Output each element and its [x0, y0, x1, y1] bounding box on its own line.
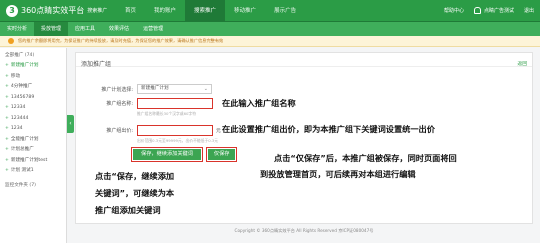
top-nav-bar: 3 360点睛实效平台 搜索推广 首页 我的账户 搜索推广 移动推广 展示广告 … — [0, 0, 540, 22]
plan-select-row: 推广计划选择: 新建推广计划 ⌄ — [76, 84, 212, 94]
sidebar-item[interactable]: +4分钟推广 — [0, 82, 66, 93]
bid-row: 推广组出价: 元 — [76, 125, 221, 136]
logo-subtitle: 搜索推广 — [87, 8, 108, 14]
logo-text: 360点睛实效平台 — [21, 6, 85, 15]
save-and-add-keywords-button[interactable]: 保存，继续添加关键词 — [133, 149, 201, 160]
app-window: 3 360点睛实效平台 搜索推广 首页 我的账户 搜索推广 移动推广 展示广告 … — [0, 0, 540, 243]
bid-hint: 出价范围0.3元至99999元，出价不能低于0.3元 — [137, 138, 219, 143]
sidebar-item[interactable]: +13456789 — [0, 93, 66, 104]
back-link[interactable]: 返回 — [517, 60, 527, 67]
top-nav-item-mobile[interactable]: 移动推广 — [225, 0, 265, 22]
annotation-bid: 在此设置推广组出价，即为本推广组下关键词设置统一出价 — [222, 124, 435, 134]
top-nav: 首页 我的账户 搜索推广 移动推广 展示广告 — [116, 0, 305, 22]
top-nav-item-display[interactable]: 展示广告 — [265, 0, 305, 22]
plus-icon: + — [5, 147, 9, 152]
plan-select-label: 推广计划选择: — [101, 86, 133, 93]
sidebar-item[interactable]: + 计划总推广 — [0, 145, 66, 156]
collapse-sidebar-icon[interactable]: ‹ — [67, 115, 74, 133]
sidebar-item[interactable]: +12334 — [0, 103, 66, 114]
logo-mark-icon: 3 — [6, 4, 18, 17]
user-name-link[interactable]: 点睛广告测试 — [484, 7, 514, 14]
bid-unit: 元 — [216, 129, 221, 134]
top-nav-item-account[interactable]: 我的账户 — [145, 0, 185, 22]
sidebar-item[interactable]: +123444 — [0, 114, 66, 125]
bid-label: 推广组出价: — [106, 128, 133, 134]
plus-icon: + — [5, 73, 9, 79]
sidebar-item[interactable]: +1234 — [0, 124, 66, 135]
plus-icon: + — [5, 115, 9, 121]
plus-icon: + — [5, 157, 9, 163]
annotation-save-only-2: 到投放管理首页，可后续再对本组进行编辑 — [260, 169, 416, 179]
save-only-button[interactable]: 仅保存 — [207, 149, 236, 160]
subnav-tools[interactable]: 应用工具 — [68, 22, 102, 36]
subnav-realtime[interactable]: 实时分析 — [0, 22, 34, 36]
annotation-save-add-3: 推广组添加关键词 — [95, 205, 161, 215]
plus-icon: + — [5, 84, 9, 89]
top-right-tools: 帮助中心 点睛广告测试 退出 — [434, 7, 534, 14]
copyright-footer: Copyright © 360点睛实效平台 All Rights Reserve… — [234, 228, 374, 233]
sidebar-item[interactable]: + 新建推广计划 — [0, 61, 66, 72]
annotation-save-only-1: 点击“仅保存”后，本推广组被保存，同时页面将回 — [274, 153, 457, 163]
plus-icon: + — [5, 94, 9, 100]
subnav-evaluation[interactable]: 效果评估 — [102, 22, 136, 36]
subnav-delivery-management[interactable]: 投放管理 — [34, 22, 69, 36]
form-actions: 保存，继续添加关键词 仅保存 — [131, 147, 238, 162]
annotation-save-add-1: 点击“保存，继续添加 — [95, 171, 175, 181]
group-name-row: 推广组名称: — [76, 98, 213, 109]
logout-link[interactable]: 退出 — [524, 7, 534, 14]
help-link[interactable]: 帮助中心 — [444, 7, 464, 14]
notice-banner: 您的推广余额即将用完，为保证推广的持续投放，请及时充值，为保证您的推广效果，请确… — [0, 36, 540, 47]
group-name-label: 推广组名称: — [106, 101, 133, 107]
top-nav-item-search[interactable]: 搜索推广 — [185, 0, 226, 22]
bid-input[interactable] — [137, 125, 213, 136]
user-icon — [473, 7, 481, 14]
logo[interactable]: 3 360点睛实效平台 搜索推广 — [6, 4, 116, 17]
sidebar-footer[interactable]: 监控文件夹 (7) — [0, 182, 66, 188]
plan-sidebar: 全部推广 (74) + 新建推广计划 + 移动 +4分钟推广 +13456789 +… — [0, 48, 67, 243]
sidebar-header[interactable]: 全部推广 (74) — [0, 48, 66, 61]
sidebar-item[interactable]: + 移动 — [0, 72, 66, 83]
page-title: 添加推广组 — [76, 53, 532, 68]
plus-icon: + — [5, 105, 9, 110]
chevron-down-icon: ⌄ — [203, 86, 208, 92]
warning-icon — [8, 38, 14, 44]
group-name-input[interactable] — [137, 98, 213, 109]
top-nav-item-home[interactable]: 首页 — [116, 0, 145, 22]
annotation-save-add-2: 关键词”，可继续为本 — [95, 188, 175, 198]
subnav-operations[interactable]: 运营管理 — [136, 22, 170, 36]
sub-nav-bar: 实时分析 投放管理 应用工具 效果评估 运营管理 — [0, 22, 540, 36]
plus-icon: + — [5, 168, 9, 173]
plan-select[interactable]: 新建推广计划 ⌄ — [137, 84, 212, 94]
plus-icon: + — [5, 126, 9, 131]
sidebar-item[interactable]: + 计划 测试1 — [0, 166, 66, 177]
group-name-hint: 推广组名称最长30个汉字或60字符 — [137, 111, 197, 116]
sidebar-item[interactable]: + 新建推广计划test — [0, 156, 66, 167]
save-only-outline: 仅保存 — [205, 147, 238, 162]
save-add-outline: 保存，继续添加关键词 — [131, 147, 203, 162]
plus-icon: + — [5, 136, 9, 142]
notice-text: 您的推广余额即将用完，为保证推广的持续投放，请及时充值，为保证您的推广效果，请确… — [18, 38, 224, 43]
sidebar-item[interactable]: + 全能推广计划 — [0, 135, 66, 146]
annotation-group-name: 在此输入推广组名称 — [222, 98, 296, 108]
plus-icon: + — [5, 63, 9, 68]
